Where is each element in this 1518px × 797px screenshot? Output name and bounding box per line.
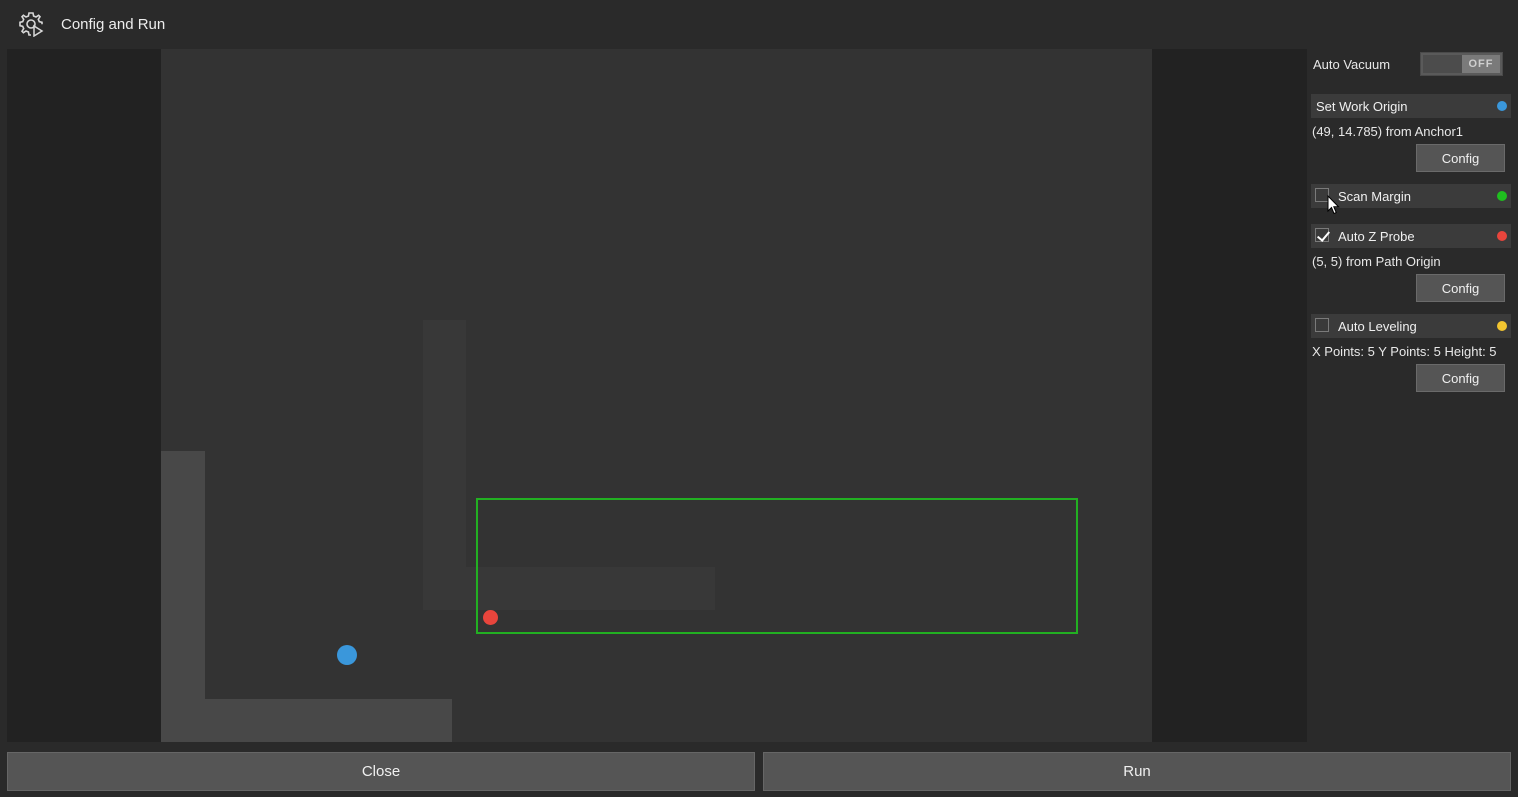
work-origin-color-dot (1497, 101, 1507, 111)
scan-margin-header: Scan Margin (1311, 184, 1511, 208)
set-work-origin-label: Set Work Origin (1316, 99, 1408, 114)
close-button[interactable]: Close (7, 752, 755, 791)
path-shape-vertical (423, 320, 466, 610)
auto-leveling-header: Auto Leveling (1311, 314, 1511, 338)
preview-canvas[interactable] (7, 49, 1307, 742)
work-origin-info: (49, 14.785) from Anchor1 (1312, 124, 1464, 139)
z-probe-marker (483, 610, 498, 625)
auto-vacuum-toggle[interactable]: OFF (1420, 52, 1503, 76)
anchor-shape-horizontal (205, 699, 452, 742)
work-origin-marker (337, 645, 357, 665)
auto-leveling-label: Auto Leveling (1338, 319, 1417, 334)
z-probe-config-button[interactable]: Config (1416, 274, 1505, 302)
auto-leveling-color-dot (1497, 321, 1507, 331)
auto-z-probe-checkbox[interactable] (1315, 228, 1329, 242)
z-probe-color-dot (1497, 231, 1507, 241)
set-work-origin-header[interactable]: Set Work Origin (1311, 94, 1511, 118)
auto-leveling-config-button[interactable]: Config (1416, 364, 1505, 392)
toggle-state: OFF (1462, 55, 1500, 73)
board-area (161, 49, 1152, 742)
work-origin-config-button[interactable]: Config (1416, 144, 1505, 172)
mouse-cursor-icon (1327, 195, 1340, 215)
anchor-shape-vertical (161, 451, 205, 742)
scan-margin-label: Scan Margin (1338, 189, 1411, 204)
auto-z-probe-header: Auto Z Probe (1311, 224, 1511, 248)
auto-z-probe-label: Auto Z Probe (1338, 229, 1415, 244)
toggle-track (1423, 55, 1462, 73)
settings-panel: Auto Vacuum OFF Set Work Origin (49, 14.… (1311, 49, 1512, 742)
scan-margin-color-dot (1497, 191, 1507, 201)
gear-play-icon (19, 12, 44, 37)
auto-leveling-info: X Points: 5 Y Points: 5 Height: 5 (1312, 344, 1497, 359)
run-button[interactable]: Run (763, 752, 1511, 791)
title-bar: Config and Run (0, 0, 1518, 48)
window-title: Config and Run (61, 16, 166, 33)
scan-margin-rect (476, 498, 1078, 634)
auto-leveling-checkbox[interactable] (1315, 318, 1329, 332)
z-probe-info: (5, 5) from Path Origin (1312, 254, 1441, 269)
auto-vacuum-label: Auto Vacuum (1313, 57, 1391, 72)
